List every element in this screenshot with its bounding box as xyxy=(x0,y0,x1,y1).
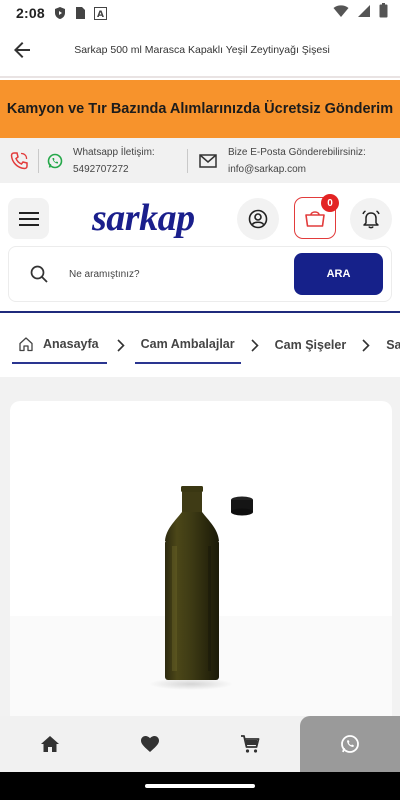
app-bar: Sarkap 500 ml Marasca Kapaklı Yeşil Zeyt… xyxy=(0,26,400,74)
page-title: Sarkap 500 ml Marasca Kapaklı Yeşil Zeyt… xyxy=(74,44,330,56)
breadcrumb-cam-ambalajlar[interactable]: Cam Ambalajlar xyxy=(134,326,241,364)
breadcrumb-home[interactable]: Anasayfa xyxy=(12,326,107,364)
heart-icon xyxy=(141,736,159,752)
signal-icon xyxy=(357,4,371,23)
whatsapp-info[interactable]: Whatsapp İletişim: 5492707272 xyxy=(67,144,187,178)
bell-icon xyxy=(362,210,380,229)
chevron-right-icon xyxy=(117,338,125,352)
sim-icon xyxy=(75,6,86,20)
hamburger-icon xyxy=(18,211,39,226)
font-a-icon: A xyxy=(93,6,107,20)
phone-icon xyxy=(10,151,28,169)
nav-whatsapp-button[interactable] xyxy=(300,716,400,772)
whatsapp-label: Whatsapp İletişim: xyxy=(73,146,155,158)
email-label: Bize E-Posta Gönderebilirsiniz: xyxy=(228,146,366,158)
contact-separator xyxy=(38,148,39,173)
product-image xyxy=(10,486,392,721)
home-outline-icon xyxy=(19,337,33,352)
promo-text: Kamyon ve Tır Bazında Alımlarınızda Ücre… xyxy=(6,101,394,117)
nav-home-button[interactable] xyxy=(0,716,100,772)
svg-text:A: A xyxy=(97,10,104,20)
contact-separator-2 xyxy=(187,148,188,173)
email-button[interactable] xyxy=(194,153,222,168)
breadcrumb-label: Cam Şişeler xyxy=(274,338,347,352)
email-address: info@sarkap.com xyxy=(228,163,306,175)
breadcrumb-current[interactable]: Sarkap xyxy=(380,326,400,364)
appbar-divider xyxy=(0,76,400,78)
arrow-left-icon xyxy=(14,42,30,58)
email-info[interactable]: Bize E-Posta Gönderebilirsiniz: info@sar… xyxy=(222,144,366,178)
mail-icon xyxy=(199,153,217,168)
whatsapp-contact-button[interactable] xyxy=(43,153,67,169)
system-navigation-bar xyxy=(0,772,400,800)
breadcrumb: Anasayfa Cam Ambalajlar Cam Şişeler Sark… xyxy=(0,325,400,365)
phone-button[interactable] xyxy=(0,151,38,171)
breadcrumb-label: Cam Ambalajlar xyxy=(140,337,235,351)
search-icon xyxy=(9,265,69,283)
whatsapp-icon xyxy=(47,153,63,168)
breadcrumb-cam-siseler[interactable]: Cam Şişeler xyxy=(269,326,353,364)
back-button[interactable] xyxy=(0,28,44,72)
product-image-card[interactable] xyxy=(10,401,392,721)
nav-cart-button[interactable] xyxy=(200,716,300,772)
shopping-bag-icon xyxy=(305,211,325,227)
search-input[interactable]: Ne aramıştınız? xyxy=(69,269,294,280)
notifications-button[interactable] xyxy=(350,198,392,240)
site-header: sarkap 0 Ne aramıştınız? ARA xyxy=(0,183,400,313)
cart-button[interactable]: 0 xyxy=(294,194,339,239)
status-time: 2:08 xyxy=(16,5,45,21)
contact-bar: Whatsapp İletişim: 5492707272 Bize E-Pos… xyxy=(0,138,400,183)
home-gesture-pill[interactable] xyxy=(145,784,255,788)
cart-count-badge: 0 xyxy=(321,194,339,212)
search-bar: Ne aramıştınız? ARA xyxy=(8,246,392,302)
battery-icon xyxy=(379,3,388,23)
cart-icon xyxy=(241,735,260,753)
site-logo[interactable]: sarkap xyxy=(92,195,202,241)
breadcrumb-label: Sarkap xyxy=(386,338,400,352)
chevron-right-icon xyxy=(251,338,259,352)
user-icon xyxy=(248,209,268,229)
nav-favorites-button[interactable] xyxy=(100,716,200,772)
wifi-icon xyxy=(333,4,349,23)
status-bar: 2:08 A xyxy=(0,0,400,26)
whatsapp-number: 5492707272 xyxy=(73,163,129,175)
chevron-right-icon xyxy=(362,338,370,352)
home-icon xyxy=(41,736,59,752)
search-button[interactable]: ARA xyxy=(294,253,383,295)
breadcrumb-home-label: Anasayfa xyxy=(43,337,99,351)
shield-play-icon xyxy=(53,6,67,20)
menu-button[interactable] xyxy=(8,198,49,239)
bottom-navigation xyxy=(0,716,400,772)
account-button[interactable] xyxy=(237,198,279,240)
whatsapp-icon xyxy=(341,735,359,753)
promo-banner: Kamyon ve Tır Bazında Alımlarınızda Ücre… xyxy=(0,80,400,138)
